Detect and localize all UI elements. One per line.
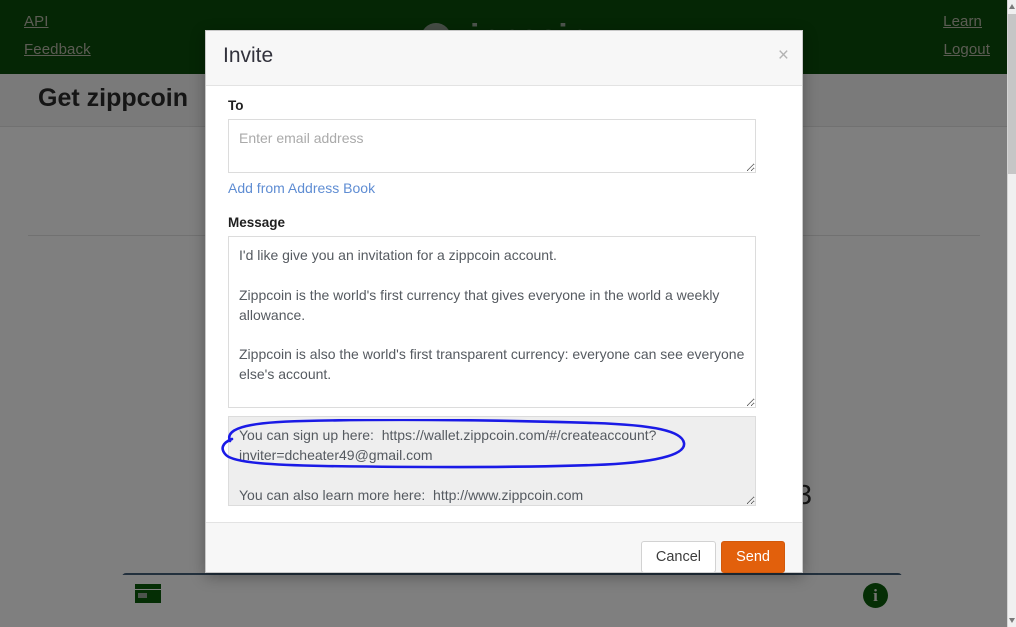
signature-readonly-input[interactable]	[228, 416, 756, 506]
invite-modal: Invite × To Add from Address Book Messag…	[205, 30, 803, 573]
message-field-label: Message	[228, 215, 286, 230]
modal-title: Invite	[223, 44, 274, 67]
close-icon[interactable]: ×	[778, 46, 789, 65]
scroll-down-arrow-icon[interactable]	[1009, 618, 1015, 623]
modal-footer: Cancel Send	[206, 522, 802, 573]
to-field-label: To	[228, 98, 244, 113]
cancel-button[interactable]: Cancel	[640, 541, 716, 573]
message-input[interactable]	[228, 236, 756, 408]
to-email-input[interactable]	[228, 119, 756, 173]
page-scrollbar-thumb[interactable]	[1008, 14, 1016, 174]
scroll-up-arrow-icon[interactable]	[1009, 4, 1015, 9]
page-scrollbar[interactable]	[1007, 0, 1016, 627]
modal-header: Invite ×	[206, 31, 802, 86]
send-button[interactable]: Send	[721, 541, 785, 573]
modal-body: To Add from Address Book Message	[206, 86, 802, 522]
add-from-address-book-link[interactable]: Add from Address Book	[228, 180, 375, 196]
